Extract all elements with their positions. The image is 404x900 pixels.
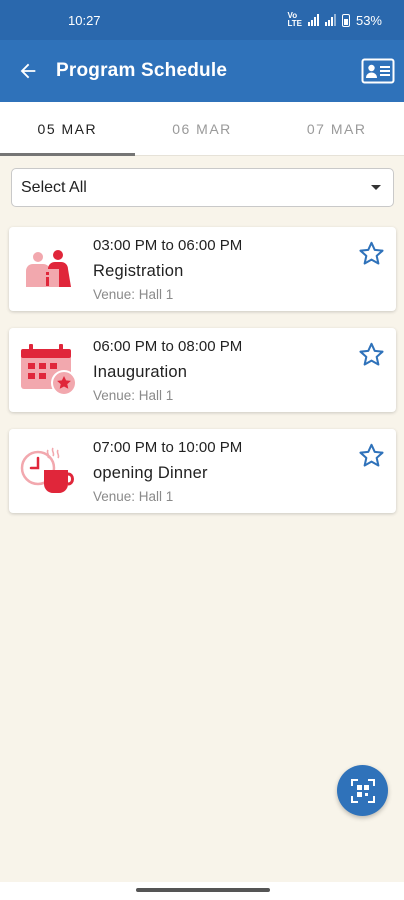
event-venue: Venue: Hall 1 bbox=[93, 388, 174, 403]
tab-06-mar[interactable]: 06 MAR bbox=[135, 102, 270, 155]
event-time: 07:00 PM to 10:00 PM bbox=[93, 439, 243, 456]
event-name: Registration bbox=[93, 262, 184, 280]
qr-scan-button[interactable] bbox=[337, 765, 388, 816]
event-time: 06:00 PM to 08:00 PM bbox=[93, 338, 243, 355]
filter-select[interactable]: Select All bbox=[11, 168, 394, 207]
clock-cup-icon bbox=[19, 443, 79, 499]
id-card-icon bbox=[361, 58, 395, 84]
event-time: 03:00 PM to 06:00 PM bbox=[93, 237, 243, 254]
date-tabs: 05 MAR 06 MAR 07 MAR bbox=[0, 102, 404, 156]
calendar-star-icon bbox=[19, 342, 79, 398]
star-icon bbox=[358, 241, 384, 265]
tab-05-mar[interactable]: 05 MAR bbox=[0, 102, 135, 156]
tab-07-mar[interactable]: 07 MAR bbox=[269, 102, 404, 155]
home-gesture-handle[interactable] bbox=[136, 888, 270, 892]
status-bar: 10:27 Vo LTE 53% bbox=[0, 0, 404, 40]
status-icons: Vo LTE 53% bbox=[287, 12, 382, 28]
back-button[interactable] bbox=[0, 40, 56, 102]
filter-selected-value: Select All bbox=[21, 178, 87, 196]
event-venue: Venue: Hall 1 bbox=[93, 489, 174, 504]
volte-icon: Vo LTE bbox=[287, 11, 302, 28]
page-title: Program Schedule bbox=[56, 60, 228, 81]
battery-level: 53% bbox=[355, 12, 382, 28]
signal-icon bbox=[307, 14, 319, 26]
star-icon bbox=[358, 342, 384, 366]
signal-2-icon bbox=[324, 14, 336, 26]
favorite-button[interactable] bbox=[356, 339, 386, 369]
qr-scan-icon bbox=[350, 778, 375, 803]
event-venue: Venue: Hall 1 bbox=[93, 287, 174, 302]
battery-icon bbox=[341, 13, 350, 27]
star-icon bbox=[358, 443, 384, 467]
arrow-left-icon bbox=[20, 63, 36, 79]
registration-icon bbox=[19, 241, 79, 297]
event-name: opening Dinner bbox=[93, 464, 208, 482]
favorite-button[interactable] bbox=[356, 440, 386, 470]
event-card[interactable]: 07:00 PM to 10:00 PM opening Dinner Venu… bbox=[9, 429, 396, 513]
status-time: 10:27 bbox=[68, 12, 101, 28]
favorite-button[interactable] bbox=[356, 238, 386, 268]
event-card[interactable]: 06:00 PM to 08:00 PM Inauguration Venue:… bbox=[9, 328, 396, 412]
event-name: Inauguration bbox=[93, 363, 188, 381]
id-card-button[interactable] bbox=[360, 54, 396, 88]
chevron-down-icon bbox=[371, 185, 381, 190]
app-bar: Program Schedule bbox=[0, 40, 404, 102]
event-card[interactable]: 03:00 PM to 06:00 PM Registration Venue:… bbox=[9, 227, 396, 311]
